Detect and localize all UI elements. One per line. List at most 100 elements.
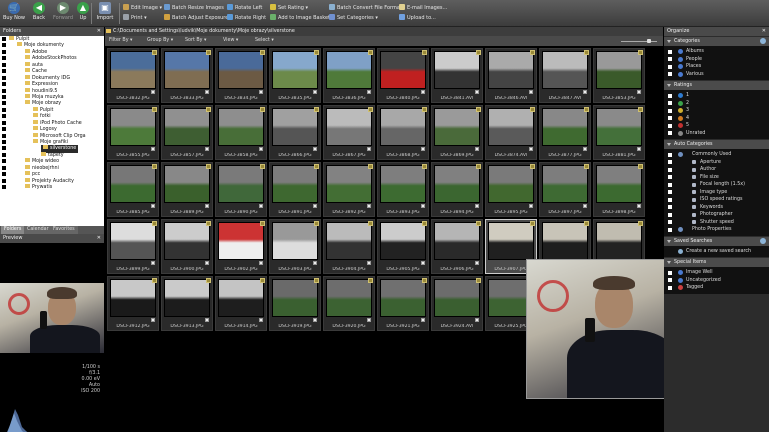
list-item[interactable]: Uncategorized	[664, 277, 769, 285]
folder-checkbox[interactable]	[2, 69, 6, 74]
thumbnail[interactable]: DSCF3840.JPG	[377, 48, 429, 103]
item-checkbox[interactable]	[668, 101, 672, 105]
thumbnail[interactable]: DSCF3846.AVI	[485, 48, 537, 103]
folder-checkbox[interactable]	[2, 165, 6, 170]
select-button[interactable]: Select ▾	[255, 36, 274, 46]
tag-checkbox[interactable]	[313, 318, 317, 322]
folder-checkbox[interactable]	[2, 185, 6, 190]
thumbnail[interactable]: DSCF3913.JPG	[161, 276, 213, 331]
item-checkbox[interactable]	[668, 167, 672, 172]
thumbnail[interactable]: DSCF3858.JPG	[215, 105, 267, 160]
thumbnail[interactable]: DSCF3900.JPG	[161, 219, 213, 274]
slider-handle[interactable]	[647, 39, 651, 43]
thumbnail[interactable]: DSCF3836.JPG	[323, 48, 375, 103]
tag-checkbox[interactable]	[421, 90, 425, 94]
back-button[interactable]: ◀ Back	[27, 2, 51, 25]
auto-category-item[interactable]: Aperture	[664, 159, 769, 167]
auto-category-item[interactable]: Keywords	[664, 204, 769, 212]
tag-checkbox[interactable]	[475, 147, 479, 151]
tag-checkbox[interactable]	[475, 261, 479, 265]
folder-checkbox[interactable]	[2, 43, 6, 48]
item-checkbox[interactable]	[668, 64, 672, 69]
item-checkbox[interactable]	[668, 205, 672, 209]
ratings-section-header[interactable]: Ratings	[664, 81, 769, 90]
tag-checkbox[interactable]	[367, 147, 371, 151]
filter-by-button[interactable]: Filter By ▾	[109, 36, 132, 46]
item-checkbox[interactable]	[668, 57, 672, 61]
batch-convert-button[interactable]: Batch Convert File Format	[329, 3, 402, 13]
item-checkbox[interactable]	[668, 152, 672, 157]
folder-checkbox[interactable]	[2, 62, 6, 67]
thumbnail[interactable]: DSCF3847.AVI	[539, 48, 591, 103]
thumbnail[interactable]: DSCF3891.JPG	[269, 162, 321, 217]
thumbnail[interactable]: DSCF3877.JPG	[539, 105, 591, 160]
folder-checkbox[interactable]	[2, 88, 6, 93]
special-items-section-header[interactable]: Special Items	[664, 258, 769, 267]
thumbnail-size-slider[interactable]	[617, 39, 661, 43]
thumbnail[interactable]: DSCF3924.AVI	[431, 276, 483, 331]
folder-checkbox[interactable]	[2, 140, 6, 144]
list-item[interactable]: Various	[664, 71, 769, 79]
buy-now-button[interactable]: 🛒 Buy Now	[2, 2, 26, 25]
thumbnail[interactable]: DSCF3833.JPG	[161, 48, 213, 103]
tag-checkbox[interactable]	[259, 204, 263, 208]
folder-tree-item[interactable]: Prywatis	[0, 184, 104, 190]
item-checkbox[interactable]	[668, 190, 672, 194]
item-checkbox[interactable]	[668, 72, 672, 76]
import-button[interactable]: ▣ Import	[93, 2, 117, 25]
item-checkbox[interactable]	[668, 220, 672, 224]
folder-checkbox[interactable]	[2, 37, 6, 41]
auto-category-item[interactable]: Photographer	[664, 211, 769, 219]
item-checkbox[interactable]	[668, 285, 672, 290]
thumbnail[interactable]: DSCF3904.JPG	[323, 219, 375, 274]
tag-checkbox[interactable]	[421, 261, 425, 265]
thumbnail[interactable]: DSCF3874.AVI	[485, 105, 537, 160]
tag-checkbox[interactable]	[151, 318, 155, 322]
path-bar[interactable]: C:\Documents and Settings\ludvik\Moje do…	[105, 27, 663, 36]
tag-checkbox[interactable]	[637, 204, 641, 208]
folder-checkbox[interactable]	[2, 127, 6, 132]
tag-checkbox[interactable]	[259, 261, 263, 265]
close-icon[interactable]: ✕	[97, 234, 101, 243]
thumbnail[interactable]: DSCF3853.JPG	[593, 48, 645, 103]
saved-searches-section-header[interactable]: Saved Searches	[664, 236, 769, 246]
tag-checkbox[interactable]	[151, 261, 155, 265]
list-item[interactable]: Tagged	[664, 284, 769, 292]
tag-checkbox[interactable]	[475, 318, 479, 322]
item-checkbox[interactable]	[668, 197, 672, 202]
tag-checkbox[interactable]	[151, 204, 155, 208]
thumbnail[interactable]: DSCF3914.JPG	[215, 276, 267, 331]
thumbnail[interactable]: DSCF3889.JPG	[161, 162, 213, 217]
item-checkbox[interactable]	[668, 227, 672, 232]
thumbnail[interactable]: DSCF3867.JPG	[323, 105, 375, 160]
auto-category-item[interactable]: Commonly Used	[664, 151, 769, 159]
item-checkbox[interactable]	[668, 123, 672, 128]
add-to-basket-button[interactable]: Add to Image Basket	[270, 13, 330, 23]
thumbnail[interactable]: DSCF3835.JPG	[269, 48, 321, 103]
thumbnail[interactable]: DSCF3890.JPG	[215, 162, 267, 217]
item-checkbox[interactable]	[668, 93, 672, 98]
item-checkbox[interactable]	[668, 116, 672, 120]
auto-category-item[interactable]: Image type	[664, 189, 769, 197]
thumbnail[interactable]: DSCF3906.JPG	[431, 219, 483, 274]
batch-resize-button[interactable]: Batch Resize Images	[164, 3, 228, 13]
item-checkbox[interactable]	[668, 131, 672, 135]
item-checkbox[interactable]	[668, 270, 672, 275]
folder-checkbox[interactable]	[2, 159, 6, 164]
folder-checkbox[interactable]	[2, 146, 6, 151]
thumbnail[interactable]: DSCF3857.JPG	[161, 105, 213, 160]
add-icon[interactable]	[760, 237, 766, 244]
tag-checkbox[interactable]	[475, 90, 479, 94]
print-button[interactable]: Print ▾	[123, 13, 162, 23]
tag-checkbox[interactable]	[205, 90, 209, 94]
list-item[interactable]: Unrated	[664, 130, 769, 138]
auto-category-item[interactable]: Author	[664, 166, 769, 174]
folder-checkbox[interactable]	[2, 101, 6, 106]
thumbnail[interactable]: DSCF3899.JPG	[107, 219, 159, 274]
item-checkbox[interactable]	[668, 212, 672, 217]
tag-checkbox[interactable]	[421, 204, 425, 208]
thumbnail[interactable]: DSCF3869.JPG	[431, 105, 483, 160]
close-icon[interactable]: ✕	[97, 27, 101, 36]
thumbnail[interactable]: DSCF3912.JPG	[107, 276, 159, 331]
item-checkbox[interactable]	[668, 108, 672, 113]
